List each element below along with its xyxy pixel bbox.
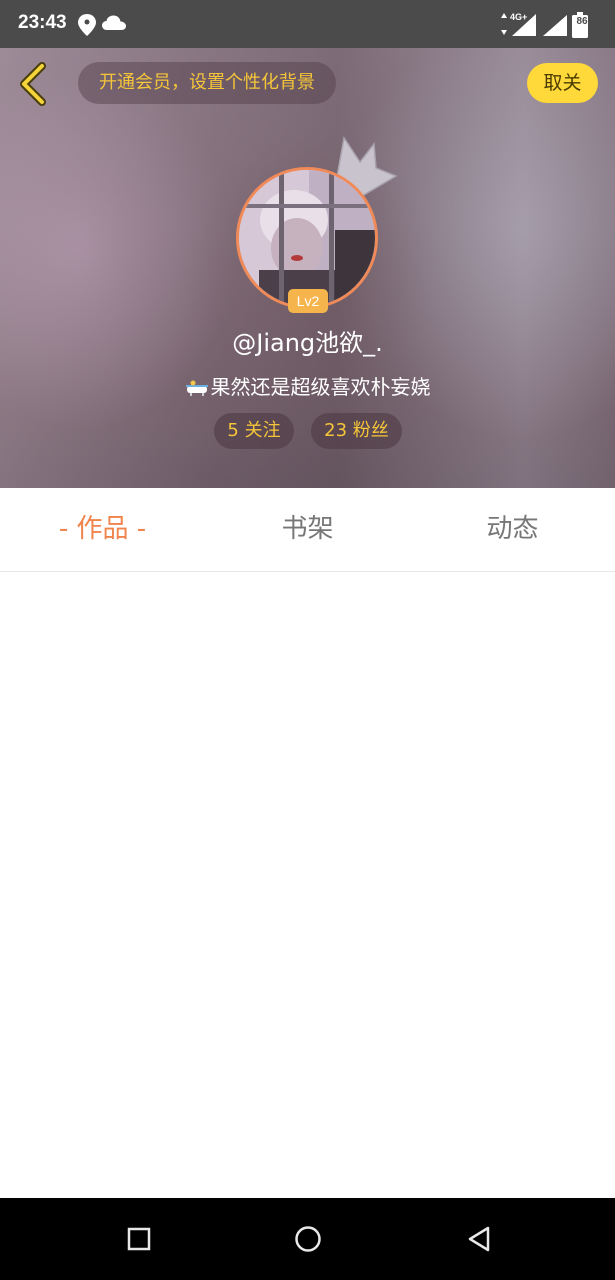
profile-header: 开通会员，设置个性化背景 取关 Lv2 @Jiang池欲_. 果然还是超级喜欢朴… (0, 48, 615, 488)
recents-icon[interactable] (122, 1222, 156, 1256)
tab-bookshelf[interactable]: 书架 (205, 488, 410, 571)
user-bio: 果然还是超级喜欢朴妄娆 (0, 371, 615, 400)
back-icon[interactable] (462, 1222, 496, 1256)
following-count[interactable]: 5 关注 (214, 413, 294, 449)
signal-icon (543, 15, 567, 36)
unfollow-button[interactable]: 取关 (527, 63, 598, 103)
home-icon[interactable] (291, 1222, 325, 1256)
avatar-photo (239, 170, 375, 306)
bathtub-icon (185, 380, 208, 396)
content-area (0, 572, 615, 1198)
username: @Jiang池欲_. (232, 329, 383, 357)
bio-text: 果然还是超级喜欢朴妄娆 (210, 375, 431, 399)
fans-count[interactable]: 23 粉丝 (311, 413, 402, 449)
cloud-icon (102, 15, 126, 30)
member-background-button[interactable]: 开通会员，设置个性化背景 (78, 62, 336, 104)
avatar-image (236, 167, 378, 309)
tab-works[interactable]: - 作品 - (0, 488, 205, 571)
status-time: 23:43 (18, 12, 67, 33)
level-badge: Lv2 (288, 289, 328, 313)
navigation-bar (0, 1198, 615, 1280)
location-icon (78, 14, 96, 36)
tab-moments[interactable]: 动态 (410, 488, 615, 571)
network-type: 4G+ (510, 12, 527, 22)
avatar[interactable] (236, 167, 378, 309)
back-arrow-icon[interactable] (16, 62, 50, 106)
battery-level: 86 (576, 16, 588, 27)
status-bar: 23:43 4G+ 86 (0, 0, 615, 48)
profile-tabs: - 作品 - 书架 动态 (0, 488, 615, 572)
signal-4g-icon: 4G+ (501, 12, 536, 36)
